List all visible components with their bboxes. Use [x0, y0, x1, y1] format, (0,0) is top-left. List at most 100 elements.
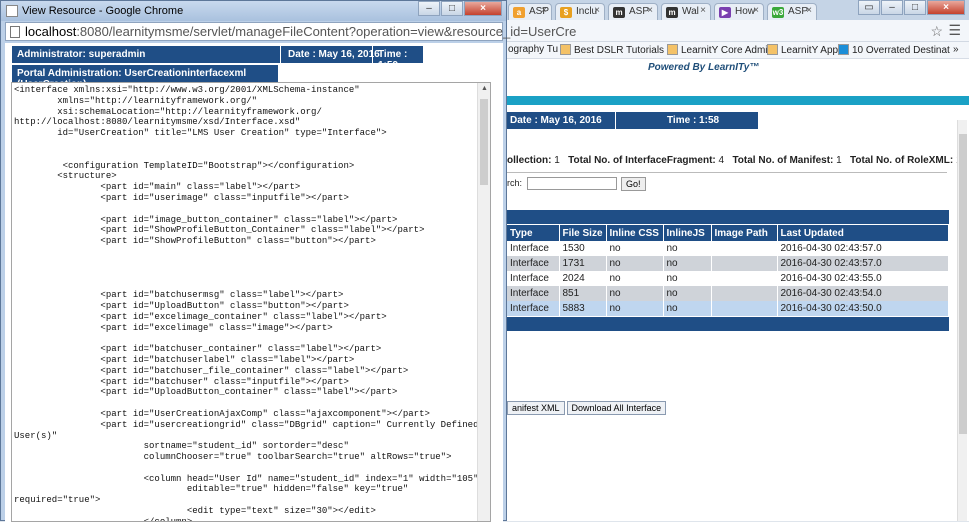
table-cell: Interface: [507, 301, 560, 316]
bookmark-item[interactable]: LearnitY Core Admin: [667, 44, 773, 56]
popup-window-controls: – □ ×: [417, 1, 502, 16]
browser-tab[interactable]: ▶ How ×: [714, 3, 764, 20]
table-cell: 2016-04-30 02:43:57.0: [777, 241, 949, 256]
resource-stats: ollection: 1 Total No. of InterfaceFragm…: [507, 155, 962, 166]
table-header-row: Type File Size Inline CSS InlineJS Image…: [507, 225, 949, 241]
bookmark-item[interactable]: Best DSLR Tutorials fo: [560, 44, 675, 56]
table-cell: [711, 256, 778, 271]
bookmark-item[interactable]: LearnitY App: [767, 44, 838, 56]
close-window-icon[interactable]: ×: [464, 1, 502, 16]
portal-administration-title: Portal Administration: UserCreationinter…: [12, 65, 278, 90]
table-cell: 5883: [559, 301, 607, 316]
table-row-selected[interactable]: Interface 5883 no no 2016-04-30 02:43:50.0: [507, 301, 949, 316]
table-row[interactable]: Interface 2024 no no 2016-04-30 02:43:55.0: [507, 271, 949, 286]
restore-down-icon[interactable]: ▭: [858, 0, 880, 15]
time-label: Time : 1:58: [667, 115, 720, 126]
bookmark-item[interactable]: 10 Overrated Destinat: [838, 44, 950, 56]
column-header[interactable]: Type: [507, 225, 560, 241]
download-all-interface-button[interactable]: Download All Interface: [566, 401, 667, 415]
bookmark-star-icon[interactable]: ☆: [930, 23, 943, 40]
table-row[interactable]: Interface 1530 no no 2016-04-30 02:43:57.0: [507, 241, 949, 256]
table-cell: Interface: [507, 256, 560, 271]
close-tab-icon[interactable]: ×: [541, 5, 547, 16]
table-cell: 2016-04-30 02:43:50.0: [777, 301, 949, 316]
resource-table: Type File Size Inline CSS InlineJS Image…: [507, 225, 949, 316]
close-tab-icon[interactable]: ×: [647, 5, 653, 16]
table-cell: [711, 286, 778, 301]
bookmark-icon: [767, 44, 778, 55]
table-cell: 1731: [559, 256, 607, 271]
table-cell: 2016-04-30 02:43:57.0: [777, 256, 949, 271]
popup-address-bar[interactable]: localhost:8080/learnitymsme/servlet/mana…: [5, 22, 576, 41]
popup-url[interactable]: localhost:8080/learnitymsme/servlet/mana…: [25, 24, 576, 39]
tab-favicon-icon: m: [613, 7, 625, 18]
minimize-icon[interactable]: –: [881, 0, 903, 15]
tab-favicon-icon: w3: [772, 7, 784, 18]
action-buttons: anifest XML Download All Interface: [507, 401, 668, 415]
manifest-xml-button[interactable]: anifest XML: [507, 401, 565, 415]
date-time-bar: Date : May 16, 2016 Time : 1:58: [507, 112, 758, 129]
maximize-icon[interactable]: □: [904, 0, 926, 15]
date-label: Date : May 16, 2016: [510, 115, 602, 126]
bookmark-item[interactable]: ography Tu: [508, 44, 558, 55]
page-scrollbar[interactable]: [957, 120, 967, 521]
table-cell: no: [663, 286, 712, 301]
table-row[interactable]: Interface 1731 no no 2016-04-30 02:43:57.0: [507, 256, 949, 271]
table-caption-bar: [507, 210, 949, 224]
table-cell: 2016-04-30 02:43:54.0: [777, 286, 949, 301]
tab-favicon-icon: a: [513, 7, 525, 18]
textarea-scrollbar[interactable]: ▲: [477, 83, 490, 521]
close-tab-icon[interactable]: ×: [753, 5, 759, 16]
table-cell: no: [606, 271, 664, 286]
table-cell: no: [606, 301, 664, 316]
date-label: Date : May 16, 2016: [288, 49, 380, 60]
table-cell: Interface: [507, 271, 560, 286]
scrollbar-thumb[interactable]: [480, 99, 488, 185]
time-label: Time : 1:59: [378, 49, 408, 71]
close-tab-icon[interactable]: ×: [700, 5, 706, 16]
table-cell: no: [606, 241, 664, 256]
popup-title-bar[interactable]: View Resource - Google Chrome – □ ×: [1, 1, 506, 21]
browser-tab[interactable]: m ASP ×: [608, 3, 658, 20]
close-tab-icon[interactable]: ×: [806, 5, 812, 16]
tab-label: Wal: [682, 6, 699, 17]
column-header[interactable]: Inline CSS: [606, 225, 664, 241]
browser-tab[interactable]: w3 ASP ×: [767, 3, 817, 20]
close-window-icon[interactable]: ×: [927, 0, 965, 15]
scroll-up-icon[interactable]: ▲: [481, 85, 488, 92]
divider: [372, 46, 373, 63]
tab-favicon-icon: m: [666, 7, 678, 18]
browser-tab[interactable]: m Wal ×: [661, 3, 711, 20]
table-cell: [711, 241, 778, 256]
column-header[interactable]: Image Path: [711, 225, 778, 241]
tab-label: ASP: [788, 6, 809, 17]
column-header[interactable]: File Size: [559, 225, 607, 241]
table-footer-bar: [507, 317, 949, 331]
table-cell: [711, 301, 778, 316]
maximize-icon[interactable]: □: [441, 1, 463, 16]
bookmark-icon: [560, 44, 571, 55]
tab-label: ASP: [629, 6, 650, 17]
admin-info-bar: Administrator: superadmin Date : May 16,…: [12, 46, 423, 71]
hamburger-menu-icon[interactable]: ☰: [948, 22, 961, 39]
close-tab-icon[interactable]: ×: [594, 5, 600, 16]
table-cell: [711, 271, 778, 286]
browser-tab[interactable]: a ASP ×: [508, 3, 552, 20]
bookmarks-overflow-icon[interactable]: »: [953, 44, 959, 55]
column-header[interactable]: Last Updated: [777, 225, 949, 241]
minimize-icon[interactable]: –: [418, 1, 440, 16]
table-cell: 1530: [559, 241, 607, 256]
table-cell: 851: [559, 286, 607, 301]
table-cell: no: [663, 256, 712, 271]
tab-favicon-icon: $: [560, 7, 572, 18]
table-cell: no: [606, 256, 664, 271]
xml-content-textarea[interactable]: <interface xmlns:xsi="http://www.w3.org/…: [11, 82, 491, 522]
scrollbar-thumb[interactable]: [959, 134, 967, 434]
table-cell: no: [663, 271, 712, 286]
go-button[interactable]: Go!: [621, 177, 646, 191]
browser-tab[interactable]: $ Inclu ×: [555, 3, 605, 20]
column-header[interactable]: InlineJS: [663, 225, 712, 241]
search-input[interactable]: [527, 177, 617, 190]
page-icon: [6, 5, 18, 17]
table-row[interactable]: Interface 851 no no 2016-04-30 02:43:54.0: [507, 286, 949, 301]
